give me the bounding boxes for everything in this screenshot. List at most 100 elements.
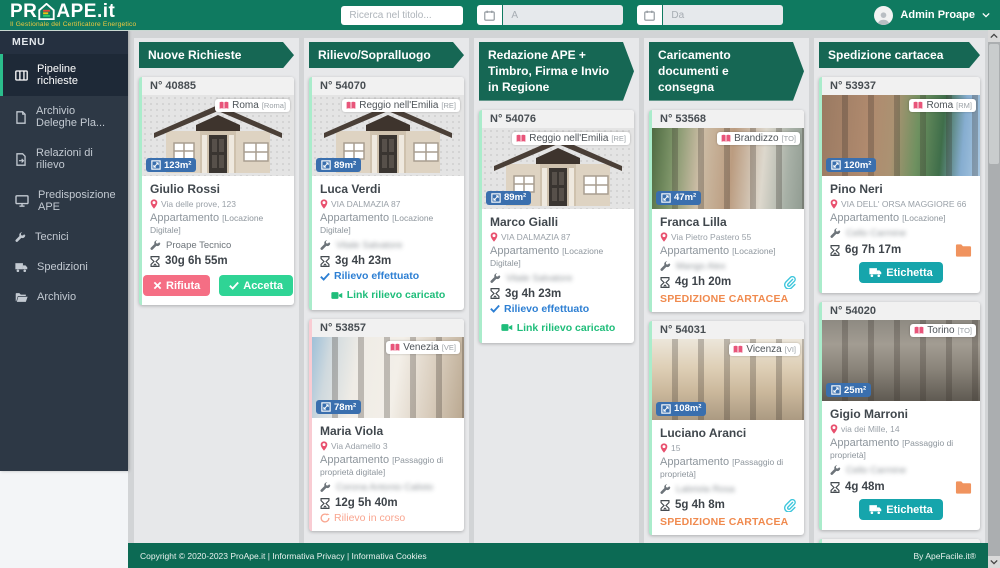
city-name: Roma (232, 100, 259, 111)
area-badge: 123m² (146, 158, 196, 172)
column-title: Nuove Richieste (139, 42, 294, 68)
city-badge: Reggio nell'Emilia[RE] (512, 132, 630, 145)
area-icon (661, 193, 671, 203)
city-badge: Torino[TO] (910, 324, 976, 337)
brand-logo[interactable]: PR APE.it Il Gestionale del Certificator… (10, 2, 136, 29)
technician-row: Mango Alex (660, 261, 796, 272)
wrench-icon (490, 273, 501, 284)
property-image: Reggio nell'Emilia[RE] 89m² (312, 95, 464, 176)
hourglass-icon (320, 498, 330, 509)
date-to-input[interactable] (503, 5, 623, 25)
check-icon (490, 304, 500, 313)
rifiuta-button[interactable]: Rifiuta (143, 275, 210, 296)
sidebar-item-label: Pipeline richieste (37, 63, 118, 87)
accetta-button[interactable]: Accetta (219, 275, 293, 296)
address-text: Via Adamello 3 (331, 441, 388, 451)
request-card[interactable]: N° 53857 Venezia[VE] 78m² Maria Viola Vi… (309, 319, 464, 531)
request-card[interactable]: N° 54076 Reggio nell'Emilia[RE] 89m² Mar… (479, 110, 634, 343)
file-icon (15, 111, 27, 124)
etichetta-button[interactable]: Etichetta (859, 499, 942, 520)
sidebar-item-tecnici[interactable]: Tecnici (0, 222, 128, 252)
footer-link-informativa-cookies[interactable]: Informativa Cookies (352, 551, 427, 561)
time-remaining: 4g 48m (845, 481, 885, 493)
wrench-icon (830, 228, 841, 239)
truck-icon (869, 504, 882, 515)
check-icon (229, 281, 239, 290)
technician-row: Vitale Salvatore (490, 273, 626, 284)
city-badge: Roma[RM] (909, 99, 976, 112)
truck-icon (869, 267, 882, 278)
video-camera-icon (501, 323, 513, 332)
status-link[interactable]: Link rilievo caricato (320, 289, 456, 301)
city-name: Reggio nell'Emilia (359, 100, 438, 111)
paperclip-icon (783, 276, 796, 289)
contract-type: [Locazione Digitale] (150, 213, 263, 235)
date-from-input[interactable] (663, 5, 783, 25)
folder-open-icon (15, 292, 28, 303)
property-type: Appartamento [Passaggio di proprietà] (660, 456, 796, 480)
request-card[interactable]: N° 54020 Torino[TO] 25m² Gigio Marroni v… (819, 302, 980, 530)
request-card[interactable]: N° 54031 Vicenza[VI] 108m² Luciano Aranc… (649, 321, 804, 535)
sidebar-item-archivio-deleghe-pla-[interactable]: Archivio Deleghe Pla... (0, 96, 128, 138)
column-title: Caricamento documenti e consegna (649, 42, 804, 101)
contract-type: [Locazione] (732, 246, 775, 256)
search-input[interactable] (341, 6, 463, 25)
technician-name: Cello Carmine (846, 465, 906, 476)
avatar (874, 6, 893, 25)
request-card[interactable]: N° 53937 Roma[RM] 120m² Pino Neri VIA DE… (819, 77, 980, 293)
vertical-scrollbar[interactable] (988, 30, 1000, 568)
x-icon (153, 281, 162, 290)
calendar-icon[interactable] (477, 5, 502, 25)
request-card[interactable]: N° 40885 Roma[Roma] 123m² Giulio Rossi V… (139, 77, 294, 305)
sidebar-item-archivio[interactable]: Archivio (0, 282, 128, 312)
time-remaining: 4g 1h 20m (675, 276, 731, 288)
spinner-icon (320, 513, 330, 523)
status-text: Rilievo in corso (334, 512, 405, 524)
area-value: 89m² (334, 160, 356, 171)
column-title: Rilievo/Sopralluogo (309, 42, 464, 68)
status-link[interactable]: Link rilievo caricato (490, 322, 626, 334)
footer-link-informativa-privacy[interactable]: Informativa Privacy (272, 551, 344, 561)
etichetta-button[interactable]: Etichetta (859, 262, 942, 283)
scroll-up-icon[interactable] (988, 30, 1000, 42)
sidebar-item-pipeline-richieste[interactable]: Pipeline richieste (0, 54, 128, 96)
address-row: Via delle prove, 123 (150, 199, 286, 209)
folder-icon (955, 243, 972, 257)
column-title: Spedizione cartacea (819, 42, 980, 68)
sidebar-item-spedizioni[interactable]: Spedizioni (0, 252, 128, 282)
request-card[interactable]: N° 54070 Reggio nell'Emilia[RE] 89m² Luc… (309, 77, 464, 310)
property-type: Appartamento [Locazione Digitale] (150, 212, 286, 236)
status-done: Rilievo effettuato (490, 303, 626, 315)
scroll-down-icon[interactable] (988, 556, 1000, 568)
city-name: Vicenza (746, 344, 781, 355)
footer: Copyright © 2020-2023 ProApe.it | Inform… (128, 543, 988, 568)
city-badge: Reggio nell'Emilia[RE] (342, 99, 460, 112)
video-camera-icon (331, 291, 343, 300)
user-menu[interactable]: Admin Proape (874, 6, 990, 25)
technician-row: Labriola Rosa (660, 484, 796, 495)
client-name: Giulio Rossi (150, 182, 286, 196)
area-badge: 89m² (316, 158, 361, 172)
card-body: Franca Lilla Via Pietro Pastero 55 Appar… (652, 209, 804, 312)
area-badge: 25m² (826, 383, 871, 397)
area-icon (831, 385, 841, 395)
technician-row: Corona Antonio Calisto (320, 482, 456, 493)
wrench-icon (830, 465, 841, 476)
area-badge: 47m² (656, 191, 701, 205)
scrollbar-thumb[interactable] (989, 44, 999, 164)
request-card[interactable]: N° 53568 Brandizzo[TO] 47m² Franca Lilla… (649, 110, 804, 312)
button-label: Etichetta (886, 504, 932, 516)
time-remaining: 6g 7h 17m (845, 244, 901, 256)
card-number: N° 53937 (822, 77, 980, 95)
card-number: N° 54076 (482, 110, 634, 128)
address-text: Via delle prove, 123 (161, 199, 236, 209)
sidebar-item-predisposizione-ape[interactable]: Predisposizione APE (0, 180, 128, 222)
city-badge: Vicenza[VI] (729, 343, 800, 356)
hourglass-icon (150, 256, 160, 267)
calendar-icon[interactable] (637, 5, 662, 25)
client-name: Maria Viola (320, 424, 456, 438)
property-type: Appartamento [Locazione] (660, 245, 796, 257)
time-remaining-row: 4g 48m (830, 480, 972, 494)
time-remaining-row: 3g 4h 23m (320, 255, 456, 267)
sidebar-item-relazioni-di-rilievo[interactable]: Relazioni di rilievo (0, 138, 128, 180)
